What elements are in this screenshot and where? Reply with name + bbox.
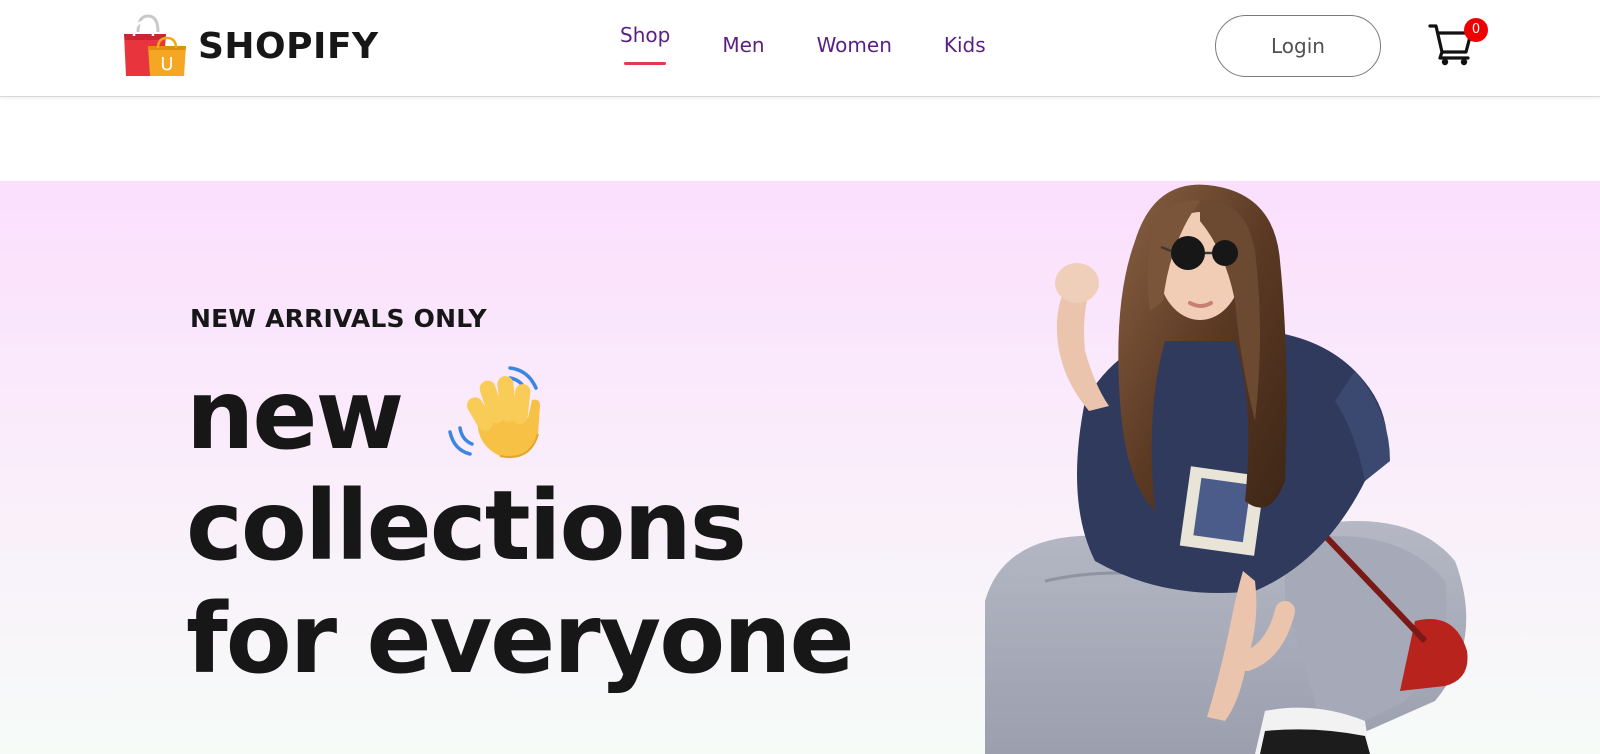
- nav-label: Men: [722, 33, 765, 57]
- navbar: U SHOPIFY Shop Men Women Kids Login 0: [0, 0, 1600, 97]
- nav-label: Shop: [620, 23, 671, 47]
- nav-item-shop[interactable]: Shop: [620, 23, 671, 78]
- cart-button[interactable]: 0: [1428, 18, 1488, 68]
- brand[interactable]: U SHOPIFY: [122, 14, 379, 78]
- model-photo: [985, 184, 1468, 754]
- hero-headline-line-2: collections: [186, 470, 747, 582]
- waving-hand-icon: [448, 366, 540, 458]
- active-nav-underline: [624, 62, 667, 65]
- hero-section: NEW ARRIVALS ONLY new collections for ev…: [0, 181, 1600, 754]
- shopping-bag-icon: U: [124, 14, 186, 76]
- main-nav: Shop Men Women Kids: [620, 23, 986, 78]
- login-button[interactable]: Login: [1215, 15, 1381, 77]
- nav-label: Kids: [943, 33, 986, 57]
- logo-letter: U: [160, 54, 173, 75]
- cart-count-badge: 0: [1464, 18, 1488, 42]
- nav-item-kids[interactable]: Kids: [944, 28, 986, 78]
- brand-name: SHOPIFY: [198, 25, 379, 67]
- hero-eyebrow: NEW ARRIVALS ONLY: [190, 304, 487, 333]
- nav-item-women[interactable]: Women: [817, 28, 892, 78]
- hero-headline-line-1: new: [186, 359, 404, 471]
- nav-label: Women: [816, 33, 892, 57]
- hero-headline-line-3: for everyone: [186, 583, 855, 695]
- nav-item-men[interactable]: Men: [722, 28, 764, 78]
